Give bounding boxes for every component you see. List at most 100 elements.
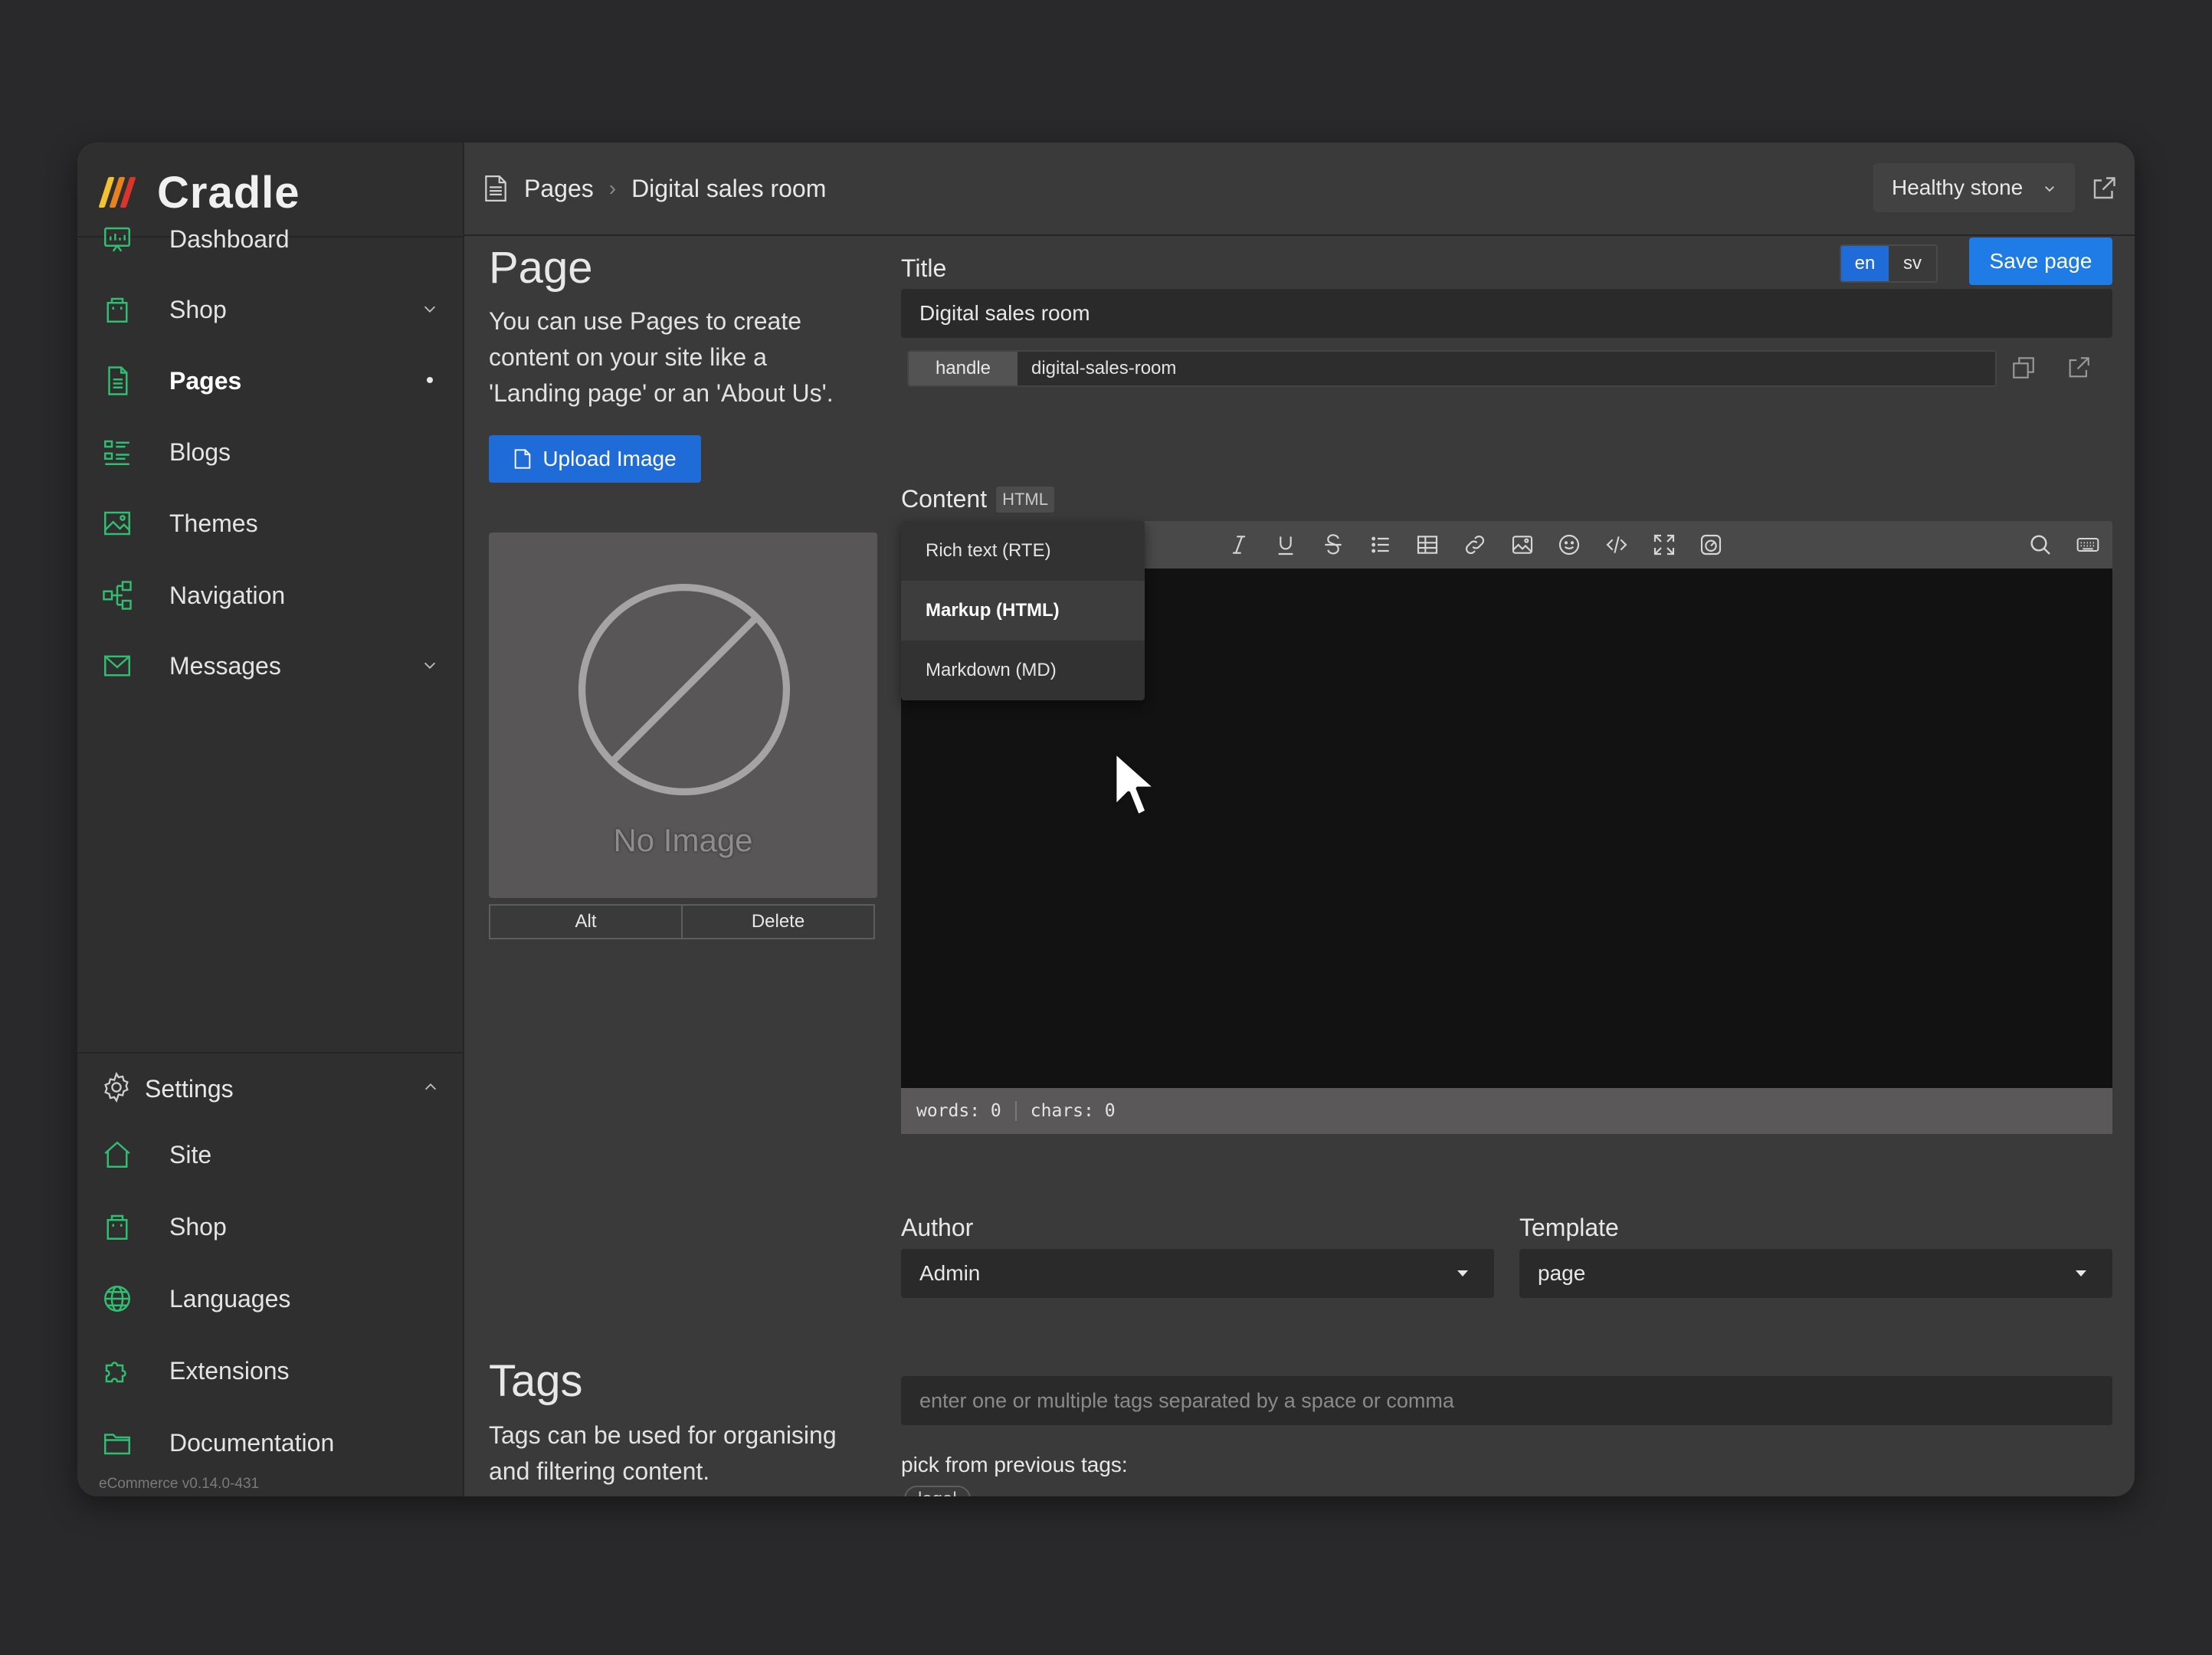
tags-input[interactable]: enter one or multiple tags separated by … bbox=[901, 1376, 2112, 1425]
sitemap-icon bbox=[100, 578, 134, 612]
store-select[interactable]: Healthy stone bbox=[1873, 163, 2075, 212]
brand-name: Cradle bbox=[157, 167, 300, 218]
upload-image-label: Upload Image bbox=[542, 447, 677, 470]
sidebar-item-languages[interactable]: Languages bbox=[100, 1272, 445, 1326]
brand-stripes-icon bbox=[98, 177, 136, 208]
title-input[interactable]: Digital sales room bbox=[901, 289, 2112, 338]
mode-option-html[interactable]: Markup (HTML) bbox=[901, 581, 1145, 641]
author-label: Author bbox=[901, 1214, 974, 1241]
word-count: words: 0 bbox=[916, 1101, 1001, 1121]
link-icon[interactable] bbox=[1462, 532, 1488, 558]
sidebar-item-messages[interactable]: Messages bbox=[100, 639, 445, 693]
sidebar-item-site[interactable]: Site bbox=[100, 1128, 445, 1181]
external-link-icon[interactable] bbox=[2066, 355, 2092, 381]
chevron-right-icon: › bbox=[608, 176, 617, 200]
sidebar-item-navigation[interactable]: Navigation bbox=[100, 569, 445, 622]
no-image-icon bbox=[578, 583, 791, 796]
shop-bag-icon bbox=[100, 293, 134, 326]
tags-description: Tags can be used for organising and filt… bbox=[489, 1421, 837, 1485]
editor-mode-menu: Rich text (RTE) Markup (HTML) Markdown (… bbox=[901, 521, 1145, 700]
keyboard-icon[interactable] bbox=[2075, 532, 2101, 558]
preview-icon[interactable] bbox=[1698, 532, 1724, 558]
editor-statusbar: words: 0 chars: 0 bbox=[901, 1088, 2112, 1134]
chevron-up-icon[interactable] bbox=[422, 1079, 439, 1100]
sidebar-item-label: Themes bbox=[169, 509, 258, 537]
breadcrumb-pages[interactable]: Pages bbox=[524, 175, 594, 203]
sidebar-item-label: Navigation bbox=[169, 581, 286, 609]
page-icon bbox=[485, 175, 506, 202]
template-select[interactable]: page bbox=[1519, 1249, 2112, 1298]
previous-tags-label: pick from previous tags: bbox=[901, 1453, 1128, 1476]
upload-image-button[interactable]: Upload Image bbox=[489, 435, 701, 483]
caret-down-icon bbox=[2076, 1270, 2086, 1276]
mode-option-rte[interactable]: Rich text (RTE) bbox=[901, 521, 1145, 581]
sidebar-item-label: Extensions bbox=[169, 1356, 290, 1385]
dashboard-icon bbox=[100, 222, 134, 256]
globe-icon bbox=[100, 1282, 134, 1316]
sidebar-item-blogs[interactable]: Blogs bbox=[100, 425, 445, 479]
breadcrumb: Pages › Digital sales room bbox=[483, 166, 826, 211]
sidebar-item-settings-shop[interactable]: Shop bbox=[100, 1200, 445, 1254]
sidebar-item-extensions[interactable]: Extensions bbox=[100, 1344, 445, 1398]
author-select[interactable]: Admin bbox=[901, 1249, 1494, 1298]
sidebar-item-label: Shop bbox=[169, 295, 227, 323]
chevron-down-icon[interactable] bbox=[421, 656, 439, 674]
underline-icon[interactable] bbox=[1273, 532, 1299, 558]
char-count: chars: 0 bbox=[1030, 1101, 1116, 1121]
shop-bag-icon bbox=[100, 1210, 134, 1244]
sidebar-item-label: Pages bbox=[169, 366, 242, 395]
sidebar-item-shop[interactable]: Shop bbox=[100, 283, 445, 336]
chevron-down-icon[interactable] bbox=[421, 300, 439, 318]
file-icon bbox=[515, 449, 531, 469]
handle-field: handle digital-sales-room bbox=[907, 350, 1997, 387]
puzzle-icon bbox=[100, 1354, 134, 1388]
italic-icon[interactable] bbox=[1226, 532, 1252, 558]
handle-label: handle bbox=[909, 352, 1018, 385]
sidebar-item-pages[interactable]: Pages bbox=[100, 354, 445, 408]
emoji-icon[interactable] bbox=[1556, 532, 1582, 558]
chevron-down-icon bbox=[2045, 186, 2054, 192]
settings-toggle[interactable]: Settings bbox=[100, 1062, 445, 1116]
gear-icon bbox=[100, 1071, 133, 1107]
copy-icon[interactable] bbox=[2010, 355, 2037, 381]
content-format-badge: HTML bbox=[996, 486, 1054, 513]
insert-image-icon[interactable] bbox=[1509, 532, 1535, 558]
bullet-list-icon[interactable] bbox=[1368, 532, 1394, 558]
mode-option-markdown[interactable]: Markdown (MD) bbox=[901, 641, 1145, 700]
sidebar-item-label: Site bbox=[169, 1140, 212, 1168]
fullscreen-icon[interactable] bbox=[1651, 532, 1677, 558]
tags-heading: Tags bbox=[489, 1356, 583, 1406]
sidebar-item-themes[interactable]: Themes bbox=[100, 496, 445, 550]
external-link-icon[interactable] bbox=[2090, 175, 2118, 202]
sidebar-item-label: Dashboard bbox=[169, 224, 290, 253]
strikethrough-icon[interactable] bbox=[1320, 532, 1346, 558]
template-label: Template bbox=[1519, 1214, 1619, 1241]
caret-down-icon bbox=[1457, 1270, 1468, 1276]
language-en-button[interactable]: en bbox=[1841, 246, 1889, 281]
previous-tag-chip[interactable]: legal bbox=[904, 1486, 971, 1496]
code-icon[interactable] bbox=[1604, 532, 1630, 558]
search-icon[interactable] bbox=[2027, 532, 2053, 558]
author-select-value: Admin bbox=[919, 1261, 981, 1285]
sidebar-item-dashboard[interactable]: Dashboard bbox=[100, 212, 445, 266]
image-delete-button[interactable]: Delete bbox=[681, 904, 875, 939]
table-icon[interactable] bbox=[1414, 532, 1440, 558]
image-alt-button[interactable]: Alt bbox=[489, 904, 683, 939]
language-sv-button[interactable]: sv bbox=[1889, 246, 1936, 281]
sidebar-item-label: Messages bbox=[169, 651, 281, 680]
status-divider bbox=[1014, 1101, 1017, 1121]
save-page-button[interactable]: Save page bbox=[1969, 238, 2112, 285]
page-heading: Page bbox=[489, 243, 593, 293]
sidebar-item-label: Languages bbox=[169, 1284, 291, 1313]
mouse-pointer-icon bbox=[1113, 749, 1156, 818]
handle-input[interactable]: digital-sales-room bbox=[1018, 352, 1995, 385]
image-preview: No Image bbox=[489, 533, 877, 898]
image-icon bbox=[100, 506, 134, 540]
settings-label: Settings bbox=[145, 1074, 234, 1103]
title-label: Title bbox=[901, 254, 947, 282]
app-window: Cradle Dashboard Shop Pages Blogs Themes… bbox=[77, 143, 2135, 1496]
sidebar-item-documentation[interactable]: Documentation bbox=[100, 1416, 445, 1470]
folder-icon bbox=[100, 1426, 134, 1460]
topbar: Pages › Digital sales room Healthy stone… bbox=[464, 143, 2135, 236]
store-select-value: Healthy stone bbox=[1892, 175, 2024, 199]
